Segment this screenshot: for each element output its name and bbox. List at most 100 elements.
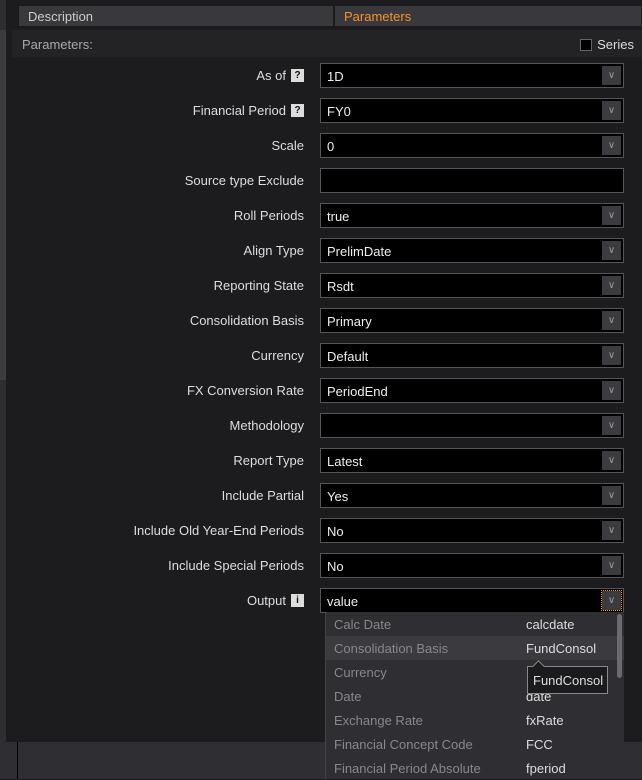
- scrollbar-thumb[interactable]: [0, 30, 6, 380]
- currency-select[interactable]: Default ∨: [320, 343, 624, 368]
- align-type-select[interactable]: PrelimDate ∨: [320, 238, 624, 263]
- option-label: Financial Period Absolute: [334, 760, 481, 776]
- series-checkbox[interactable]: [580, 38, 593, 51]
- value-text: No: [327, 524, 344, 539]
- label-text: Consolidation Basis: [189, 313, 304, 328]
- output-option[interactable]: Calc Date calcdate: [326, 612, 624, 636]
- as-of-select[interactable]: 1D ∨: [320, 63, 624, 88]
- param-row-include-old-year-end-periods: Include Old Year-End Periods No ∨: [12, 518, 642, 543]
- chevron-down-icon[interactable]: ∨: [602, 241, 621, 260]
- parameters-header: Parameters: Series: [12, 30, 642, 57]
- tab-parameters[interactable]: Parameters: [334, 5, 642, 27]
- methodology-select[interactable]: ∨: [320, 413, 624, 438]
- tab-description[interactable]: Description: [18, 5, 334, 27]
- report-type-select[interactable]: Latest ∨: [320, 448, 624, 473]
- series-toggle[interactable]: Series: [580, 37, 634, 52]
- param-label: Scale: [271, 138, 304, 153]
- value-text: 1D: [327, 69, 344, 84]
- label-text: Include Special Periods: [168, 558, 304, 573]
- value-text: FY0: [327, 104, 351, 119]
- financial-period-select[interactable]: FY0 ∨: [320, 98, 624, 123]
- help-icon[interactable]: ?: [291, 104, 304, 117]
- include-special-periods-select[interactable]: No ∨: [320, 553, 624, 578]
- info-icon[interactable]: i: [291, 594, 304, 607]
- param-label: Output i: [247, 593, 304, 608]
- chevron-down-icon[interactable]: ∨: [602, 101, 621, 120]
- param-row-consolidation-basis: Consolidation Basis Primary ∨: [12, 308, 642, 333]
- param-label: Align Type: [244, 243, 304, 258]
- label-text: Include Partial: [221, 488, 304, 503]
- value-text: No: [327, 559, 344, 574]
- param-label: Roll Periods: [234, 208, 304, 223]
- label-text: Roll Periods: [233, 208, 304, 223]
- chevron-down-icon[interactable]: ∨: [602, 486, 621, 505]
- scale-select[interactable]: 0 ∨: [320, 133, 624, 158]
- param-label: Methodology: [230, 418, 304, 433]
- param-label: Reporting State: [214, 278, 304, 293]
- label-text: FX Conversion Rate: [186, 383, 304, 398]
- chevron-down-icon[interactable]: ∨: [602, 451, 621, 470]
- option-code: calcdate: [526, 616, 575, 632]
- param-row-as-of: As of? 1D ∨: [12, 63, 642, 88]
- include-old-year-end-periods-select[interactable]: No ∨: [320, 518, 624, 543]
- param-row-roll-periods: Roll Periods true ∨: [12, 203, 642, 228]
- chevron-down-icon[interactable]: ∨: [602, 416, 621, 435]
- value-text: Latest: [327, 454, 363, 469]
- value-text: 0: [327, 139, 335, 154]
- output-option[interactable]: Consolidation Basis FundConsol: [326, 636, 624, 660]
- option-label: Currency: [334, 664, 387, 680]
- label-text: Currency: [251, 348, 304, 363]
- param-label: Include Special Periods: [168, 558, 304, 573]
- chevron-down-icon[interactable]: ∨: [602, 381, 621, 400]
- label-text: Financial Period: [192, 103, 286, 118]
- output-option[interactable]: Exchange Rate fxRate: [326, 708, 624, 732]
- param-label: FX Conversion Rate: [187, 383, 304, 398]
- source-type-exclude-input[interactable]: [320, 168, 624, 193]
- chevron-down-icon[interactable]: ∨: [602, 136, 621, 155]
- chevron-down-icon[interactable]: ∨: [602, 346, 621, 365]
- chevron-down-icon[interactable]: ∨: [602, 556, 621, 575]
- label-text: Output: [246, 593, 286, 608]
- value-text: true: [327, 209, 350, 224]
- include-partial-select[interactable]: Yes ∨: [320, 483, 624, 508]
- param-label: Currency: [251, 348, 304, 363]
- chevron-down-icon[interactable]: ∨: [602, 206, 621, 225]
- output-select[interactable]: value ∨: [320, 588, 624, 613]
- label-text: Source type Exclude: [184, 173, 304, 188]
- label-text: Methodology: [229, 418, 304, 433]
- param-label: Include Old Year-End Periods: [133, 523, 304, 538]
- output-option[interactable]: Financial Concept Code FCC: [326, 732, 624, 756]
- param-label: Report Type: [233, 453, 304, 468]
- option-code: FCC: [526, 736, 553, 752]
- option-code: fxRate: [526, 712, 564, 728]
- label-text: As of: [256, 68, 286, 83]
- param-row-fx-conversion-rate: FX Conversion Rate PeriodEnd ∨: [12, 378, 642, 403]
- label-text: Reporting State: [213, 278, 304, 293]
- label-text: Include Old Year-End Periods: [133, 523, 304, 538]
- output-dropdown-list[interactable]: Calc Date calcdate Consolidation Basis Fund…: [325, 612, 624, 779]
- option-label: Date: [334, 688, 362, 704]
- param-row-include-partial: Include Partial Yes ∨: [12, 483, 642, 508]
- output-option[interactable]: Financial Period Absolute fperiod: [326, 756, 624, 780]
- param-row-methodology: Methodology ∨: [12, 413, 642, 438]
- param-row-output: Output i value ∨: [12, 588, 642, 613]
- help-icon[interactable]: ?: [291, 69, 304, 82]
- consolidation-basis-select[interactable]: Primary ∨: [320, 308, 624, 333]
- option-label: Consolidation Basis: [334, 640, 449, 656]
- chevron-down-icon[interactable]: ∨: [601, 590, 622, 611]
- reporting-state-select[interactable]: Rsdt ∨: [320, 273, 624, 298]
- value-text: Default: [327, 349, 369, 364]
- chevron-down-icon[interactable]: ∨: [602, 276, 621, 295]
- param-row-include-special-periods: Include Special Periods No ∨: [12, 553, 642, 578]
- chevron-down-icon[interactable]: ∨: [602, 311, 621, 330]
- value-text: Rsdt: [327, 279, 354, 294]
- dropdown-scrollbar[interactable]: [617, 614, 622, 678]
- roll-periods-select[interactable]: true ∨: [320, 203, 624, 228]
- option-label: Calc Date: [334, 616, 392, 632]
- chevron-down-icon[interactable]: ∨: [602, 521, 621, 540]
- left-scrollbar[interactable]: [0, 0, 6, 742]
- fx-conversion-rate-select[interactable]: PeriodEnd ∨: [320, 378, 624, 403]
- chevron-down-icon[interactable]: ∨: [602, 66, 621, 85]
- param-label: Include Partial: [222, 488, 304, 503]
- param-label: Financial Period?: [193, 103, 304, 118]
